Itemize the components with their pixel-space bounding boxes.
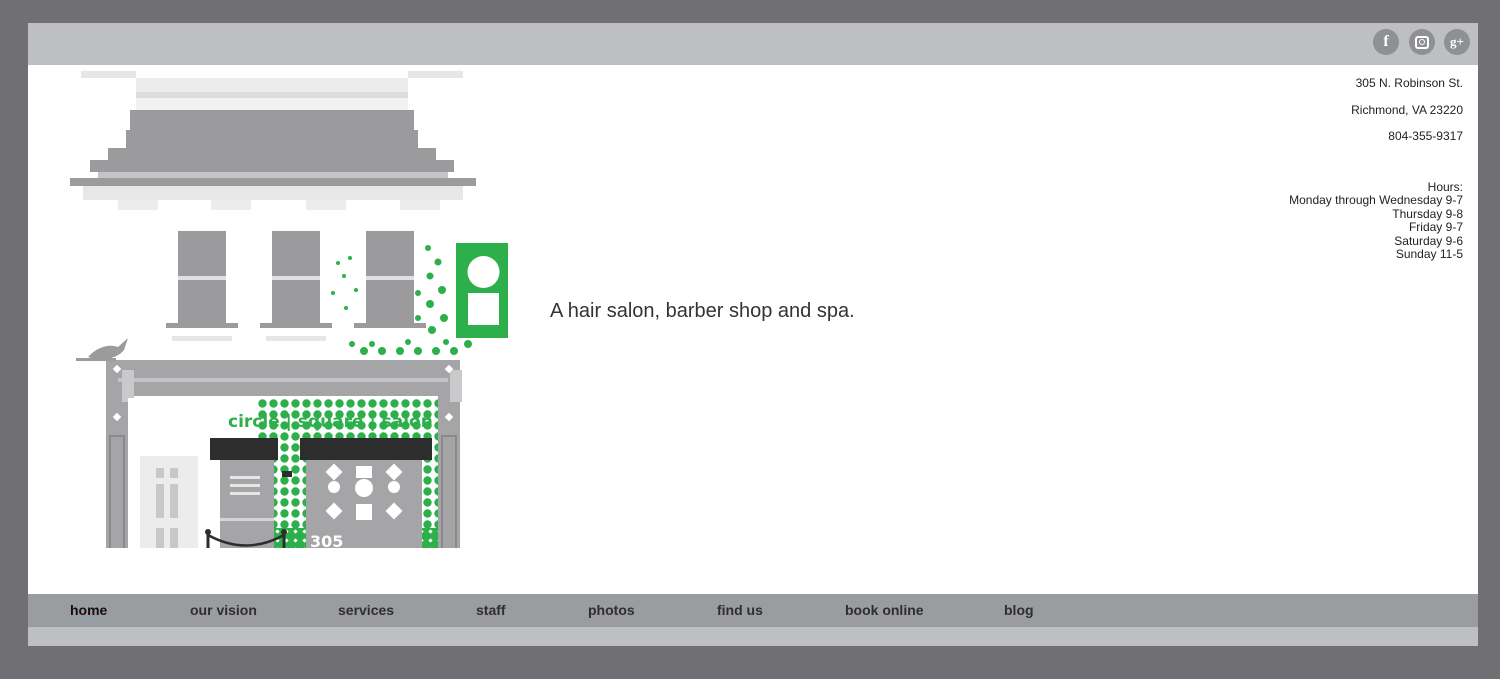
nav-staff[interactable]: staff bbox=[476, 602, 506, 618]
top-bar: f g+ bbox=[28, 23, 1478, 65]
main-nav: home our vision services staff photos fi… bbox=[28, 594, 1478, 627]
nav-our-vision[interactable]: our vision bbox=[190, 602, 257, 618]
facebook-glyph: f bbox=[1383, 33, 1389, 50]
nav-blog[interactable]: blog bbox=[1004, 602, 1034, 618]
page-frame: f g+ circle | square | salon 305 A hair … bbox=[28, 23, 1478, 646]
nav-home[interactable]: home bbox=[70, 602, 107, 618]
nav-book-online[interactable]: book online bbox=[845, 602, 924, 618]
hours-line: Thursday 9-8 bbox=[1392, 206, 1463, 221]
tagline: A hair salon, barber shop and spa. bbox=[550, 300, 855, 322]
nav-find-us[interactable]: find us bbox=[717, 602, 763, 618]
address-street: 305 N. Robinson St. bbox=[1355, 76, 1463, 90]
hours-heading: Hours: bbox=[1427, 179, 1463, 194]
hours-line: Friday 9-7 bbox=[1408, 220, 1463, 234]
facebook-icon[interactable]: f bbox=[1373, 29, 1399, 55]
camera-glyph bbox=[1415, 35, 1429, 49]
bottom-bar bbox=[28, 627, 1478, 646]
nav-photos[interactable]: photos bbox=[588, 602, 635, 618]
nav-services[interactable]: services bbox=[338, 602, 394, 618]
google-plus-icon[interactable]: g+ bbox=[1444, 29, 1470, 55]
hours-line: Saturday 9-6 bbox=[1394, 233, 1463, 248]
hours-line: Monday through Wednesday 9-7 bbox=[1289, 193, 1463, 207]
contact-info: 305 N. Robinson St. Richmond, VA 23220 8… bbox=[1289, 76, 1463, 262]
storefront-sign-text: circle | square | salon bbox=[228, 412, 433, 432]
address-city: Richmond, VA 23220 bbox=[1351, 102, 1463, 117]
google-plus-glyph: g+ bbox=[1450, 34, 1464, 49]
salon-storefront-illustration: circle | square | salon 305 bbox=[70, 71, 508, 548]
phone-number: 804-355-9317 bbox=[1388, 129, 1463, 143]
instagram-icon[interactable] bbox=[1409, 29, 1435, 55]
street-number: 305 bbox=[310, 532, 343, 548]
hours-line: Sunday 11-5 bbox=[1395, 247, 1463, 261]
